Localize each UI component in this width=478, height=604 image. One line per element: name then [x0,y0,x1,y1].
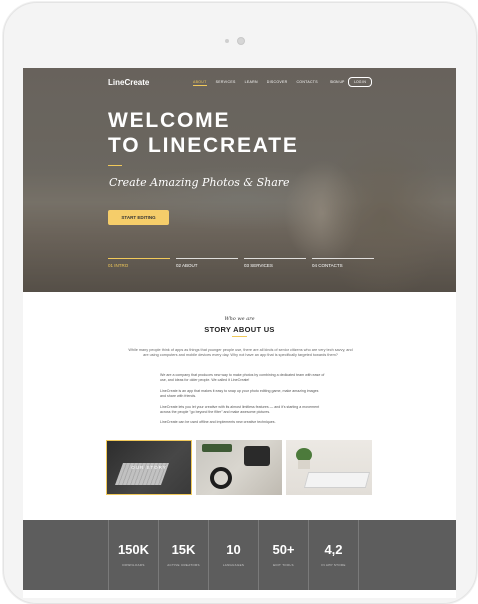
camera-icon [237,37,245,45]
story-kicker: Who we are [224,316,255,322]
login-button[interactable]: LOG IN [348,77,372,87]
gallery-tile-label: OUR STORY [131,465,167,470]
hero-subtitle: Create Amazing Photos & Share [109,176,290,189]
site-logo[interactable]: LineCreate [108,78,149,87]
main-nav: ABOUT SERVICES LEARN DISCOVER CONTACTS [193,80,318,86]
stat-label: LANGUAGES [222,563,245,567]
step-about[interactable]: 02 ABOUT [176,258,238,268]
stat-rating: 4,2 IN APP STORE [308,520,359,590]
story-paragraph-2: LineCreate is an app that makes it easy … [160,389,319,398]
hero-divider [108,165,122,166]
gallery: OUR STORY [106,440,372,495]
headphones-image [210,467,232,489]
stat-languages: 10 LANGUAGES [208,520,258,590]
story-paragraph-4: LineCreate can be used offline and imple… [160,420,276,424]
nav-item-services[interactable]: SERVICES [216,80,236,86]
stat-label: IN APP STORE [321,563,346,567]
step-contacts[interactable]: 04 CONTACTS [312,258,374,268]
hero-steps: 01 INTRO 02 ABOUT 03 SERVICES 04 CONTACT… [108,258,374,268]
stats-row: 150K DOWNLOADS 15K ACTIVE CREATORS 10 LA… [108,520,359,590]
plant-image [202,444,232,452]
hero-title: WELCOME TO LINECREATE [108,109,299,157]
gallery-tile-desk[interactable] [196,440,282,495]
signup-link[interactable]: SIGN UP [330,80,344,84]
stat-number: 10 [226,542,241,557]
stat-label: EDIT TOOLS [273,563,294,567]
hero-section: LineCreate ABOUT SERVICES LEARN DISCOVER… [23,68,456,292]
story-divider [232,336,247,337]
stat-tools: 50+ EDIT TOOLS [258,520,308,590]
stat-number: 50+ [272,542,295,557]
stat-number: 150K [117,542,150,557]
stat-number: 15K [171,542,196,557]
tablet-screen: LineCreate ABOUT SERVICES LEARN DISCOVER… [23,68,456,598]
story-paragraph-3: LineCreate lets you let your creative wi… [160,405,320,414]
story-section: Who we are STORY ABOUT US While many peo… [23,292,456,520]
step-services[interactable]: 03 SERVICES [244,258,306,268]
stat-downloads: 150K DOWNLOADS [108,520,158,590]
nav-item-contacts[interactable]: CONTACTS [296,80,317,86]
nav-item-discover[interactable]: DISCOVER [267,80,288,86]
nav-item-learn[interactable]: LEARN [245,80,258,86]
stat-label: DOWNLOADS [122,563,145,567]
story-title: STORY ABOUT US [204,325,275,334]
start-editing-button[interactable]: START EDITING [108,210,169,225]
pot-image [298,460,310,469]
step-intro[interactable]: 01 INTRO [108,258,170,268]
nav-item-about[interactable]: ABOUT [193,80,207,86]
sensor-dot [225,39,229,43]
stats-section: 150K DOWNLOADS 15K ACTIVE CREATORS 10 LA… [23,520,456,590]
stat-number: 4,2 [324,542,343,557]
gallery-tile-workspace[interactable] [286,440,372,495]
camera-image [244,446,270,466]
story-paragraph-1: We are a company that produces new way t… [160,373,325,382]
story-intro: While many people think of apps as thing… [128,348,353,358]
laptop-image [303,472,371,488]
gallery-tile-our-story[interactable]: OUR STORY [106,440,192,495]
stat-creators: 15K ACTIVE CREATORS [158,520,208,590]
stat-label: ACTIVE CREATORS [167,563,200,567]
